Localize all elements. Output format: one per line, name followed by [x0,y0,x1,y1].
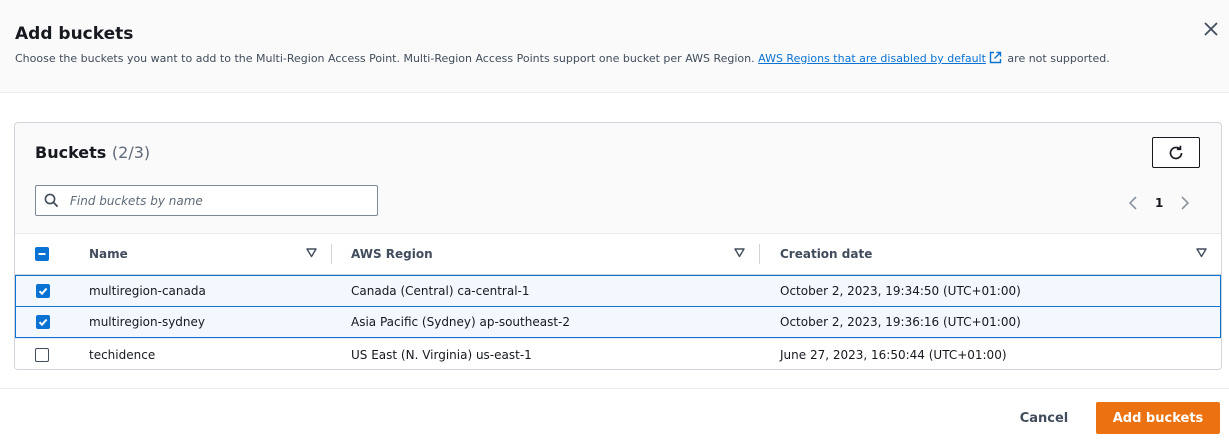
modal-description: Choose the buckets you want to add to th… [15,51,1110,67]
bucket-region: Asia Pacific (Sydney) ap-southeast-2 [351,315,570,329]
external-link-icon[interactable] [989,51,1002,67]
table-header: Name AWS Region Creation date [15,233,1221,275]
panel-title-text: Buckets [35,143,107,162]
cancel-button[interactable]: Cancel [1008,403,1080,433]
buckets-panel: Buckets (2/3) 1 Name AWS Region Creation… [14,122,1222,370]
previous-page-icon[interactable] [1125,195,1141,211]
bucket-region: Canada (Central) ca-central-1 [351,284,530,298]
column-divider[interactable] [759,244,760,264]
bucket-creation-date: June 27, 2023, 16:50:44 (UTC+01:00) [780,347,1007,362]
bucket-creation-date: October 2, 2023, 19:36:16 (UTC+01:00) [780,315,1021,329]
add-buckets-button[interactable]: Add buckets [1096,402,1220,434]
bucket-creation-date: October 2, 2023, 19:34:50 (UTC+01:00) [780,284,1021,298]
buckets-table: Name AWS Region Creation date multiregio… [15,233,1221,369]
table-row[interactable]: multiregion-canada Canada (Central) ca-c… [15,275,1221,307]
column-header-region: AWS Region [351,247,433,261]
search-input[interactable] [68,190,372,212]
description-suffix: are not supported. [1007,52,1110,65]
search-icon [44,193,59,208]
sort-name-icon[interactable] [306,248,317,258]
select-all-checkbox[interactable] [35,247,49,261]
modal-title: Add buckets [15,24,134,44]
next-page-icon[interactable] [1177,195,1193,211]
footer-divider [0,388,1229,389]
row-checkbox[interactable] [36,315,50,329]
bucket-name: multiregion-canada [89,284,206,298]
pagination: 1 [1125,193,1193,213]
description-text: Choose the buckets you want to add to th… [15,52,755,65]
row-checkbox[interactable] [36,284,50,298]
column-header-name: Name [89,247,128,261]
table-row[interactable]: techidence US East (N. Virginia) us-east… [15,338,1221,369]
sort-date-icon[interactable] [1196,248,1207,258]
column-header-creation-date: Creation date [780,247,873,261]
close-icon[interactable] [1200,18,1222,40]
panel-title: Buckets (2/3) [35,143,150,162]
search-field[interactable] [35,185,378,216]
refresh-button[interactable] [1152,137,1200,168]
table-row[interactable]: multiregion-sydney Asia Pacific (Sydney)… [15,306,1221,338]
disabled-regions-link[interactable]: AWS Regions that are disabled by default [758,52,986,65]
modal-header: Add buckets Choose the buckets you want … [0,0,1229,93]
sort-region-icon[interactable] [734,248,745,258]
current-page-number[interactable]: 1 [1155,196,1163,210]
row-checkbox[interactable] [35,347,49,362]
selection-count: (2/3) [111,143,151,162]
refresh-icon [1169,145,1183,159]
column-divider[interactable] [331,244,332,264]
bucket-name: multiregion-sydney [89,315,206,329]
bucket-region: US East (N. Virginia) us-east-1 [351,347,532,362]
bucket-name: techidence [89,347,156,362]
